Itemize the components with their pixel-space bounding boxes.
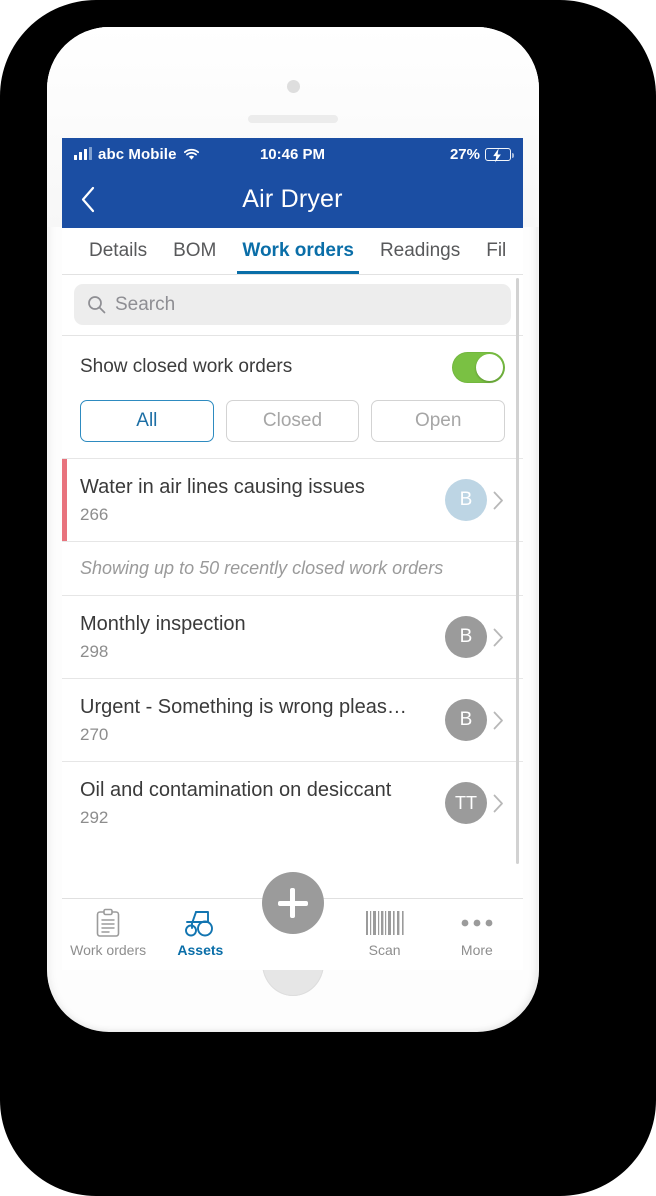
clipboard-icon — [96, 908, 120, 937]
status-bar: abc Mobile 10:46 PM 27% — [62, 138, 523, 170]
avatar: B — [445, 616, 487, 658]
work-order-id: 298 — [80, 641, 109, 661]
table-row[interactable]: Urgent - Something is wrong pleas… 270 B — [62, 678, 523, 761]
work-order-text: Water in air lines causing issues 266 — [80, 476, 445, 525]
phone-screen: abc Mobile 10:46 PM 27% Air Dryer Detail… — [62, 138, 523, 970]
work-order-title: Water in air lines causing issues — [80, 475, 365, 498]
list-note: Showing up to 50 recently closed work or… — [62, 541, 523, 595]
list-note-text: Showing up to 50 recently closed work or… — [80, 558, 444, 578]
table-row[interactable]: Water in air lines causing issues 266 B — [62, 458, 523, 541]
navigation-bar: Air Dryer — [62, 170, 523, 228]
search-icon — [88, 296, 106, 314]
tab-readings[interactable]: Readings — [367, 228, 473, 274]
battery-charging-icon — [485, 147, 514, 162]
search-container: Search — [62, 275, 523, 336]
table-row[interactable]: Oil and contamination on desiccant 292 T… — [62, 761, 523, 844]
front-camera-icon — [286, 80, 300, 93]
bottom-nav-label: Work orders — [70, 942, 147, 958]
bottom-nav-assets[interactable]: Assets — [154, 899, 246, 970]
tab-details[interactable]: Details — [76, 228, 160, 274]
work-order-text: Urgent - Something is wrong pleas… 270 — [80, 696, 445, 745]
switch-knob — [476, 353, 503, 381]
filter-chip-open[interactable]: Open — [371, 400, 506, 442]
earpiece-speaker — [248, 115, 338, 123]
show-closed-switch[interactable] — [452, 351, 505, 383]
vertical-scrollbar[interactable] — [516, 278, 519, 864]
work-order-text: Oil and contamination on desiccant 292 — [80, 779, 445, 828]
work-order-id: 266 — [80, 504, 109, 524]
chevron-right-icon — [487, 491, 509, 510]
work-order-id: 270 — [80, 724, 109, 744]
table-row[interactable]: Monthly inspection 298 B — [62, 595, 523, 678]
filter-chip-all[interactable]: All — [80, 400, 214, 442]
chevron-right-icon — [487, 794, 509, 813]
chevron-right-icon — [487, 628, 509, 647]
page-title: Air Dryer — [242, 184, 343, 213]
ellipsis-icon — [461, 919, 493, 927]
status-bar-clock: 10:46 PM — [259, 145, 326, 163]
show-closed-toggle-row: Show closed work orders — [62, 336, 523, 398]
barcode-icon — [365, 911, 404, 935]
bottom-navigation-bar: Work orders Assets Scan More — [62, 872, 523, 970]
search-input[interactable]: Search — [74, 284, 511, 325]
bottom-nav-label: Scan — [368, 942, 401, 958]
bottom-nav-scan[interactable]: Scan — [339, 899, 431, 970]
bottom-nav-label: Assets — [177, 942, 224, 958]
chevron-right-icon — [487, 711, 509, 730]
tab-work-orders[interactable]: Work orders — [229, 228, 367, 274]
avatar: B — [445, 479, 487, 521]
search-placeholder: Search — [115, 293, 176, 315]
asset-tab-strip[interactable]: Details BOM Work orders Readings Fil — [62, 228, 523, 275]
avatar: B — [445, 699, 487, 741]
status-filter-group: All Closed Open — [62, 398, 523, 458]
bottom-nav-more[interactable]: More — [431, 899, 523, 970]
tab-files[interactable]: Fil — [473, 228, 519, 274]
tab-bom[interactable]: BOM — [160, 228, 229, 274]
work-order-text: Monthly inspection 298 — [80, 613, 445, 662]
bottom-nav-work-orders[interactable]: Work orders — [62, 899, 154, 970]
tractor-icon — [185, 911, 214, 937]
tabstrip-edge-fade — [515, 228, 523, 274]
show-closed-label: Show closed work orders — [80, 356, 293, 377]
work-order-title: Monthly inspection — [80, 612, 246, 635]
work-order-id: 292 — [80, 807, 109, 827]
work-order-title: Urgent - Something is wrong pleas… — [80, 695, 407, 718]
plus-icon-cross — [277, 900, 308, 906]
add-button[interactable] — [261, 872, 324, 934]
bottom-nav-label: More — [460, 942, 493, 958]
avatar: TT — [445, 782, 487, 824]
work-order-list: Water in air lines causing issues 266 B … — [62, 458, 523, 844]
filter-chip-closed[interactable]: Closed — [225, 400, 360, 442]
work-order-title: Oil and contamination on desiccant — [80, 778, 392, 801]
